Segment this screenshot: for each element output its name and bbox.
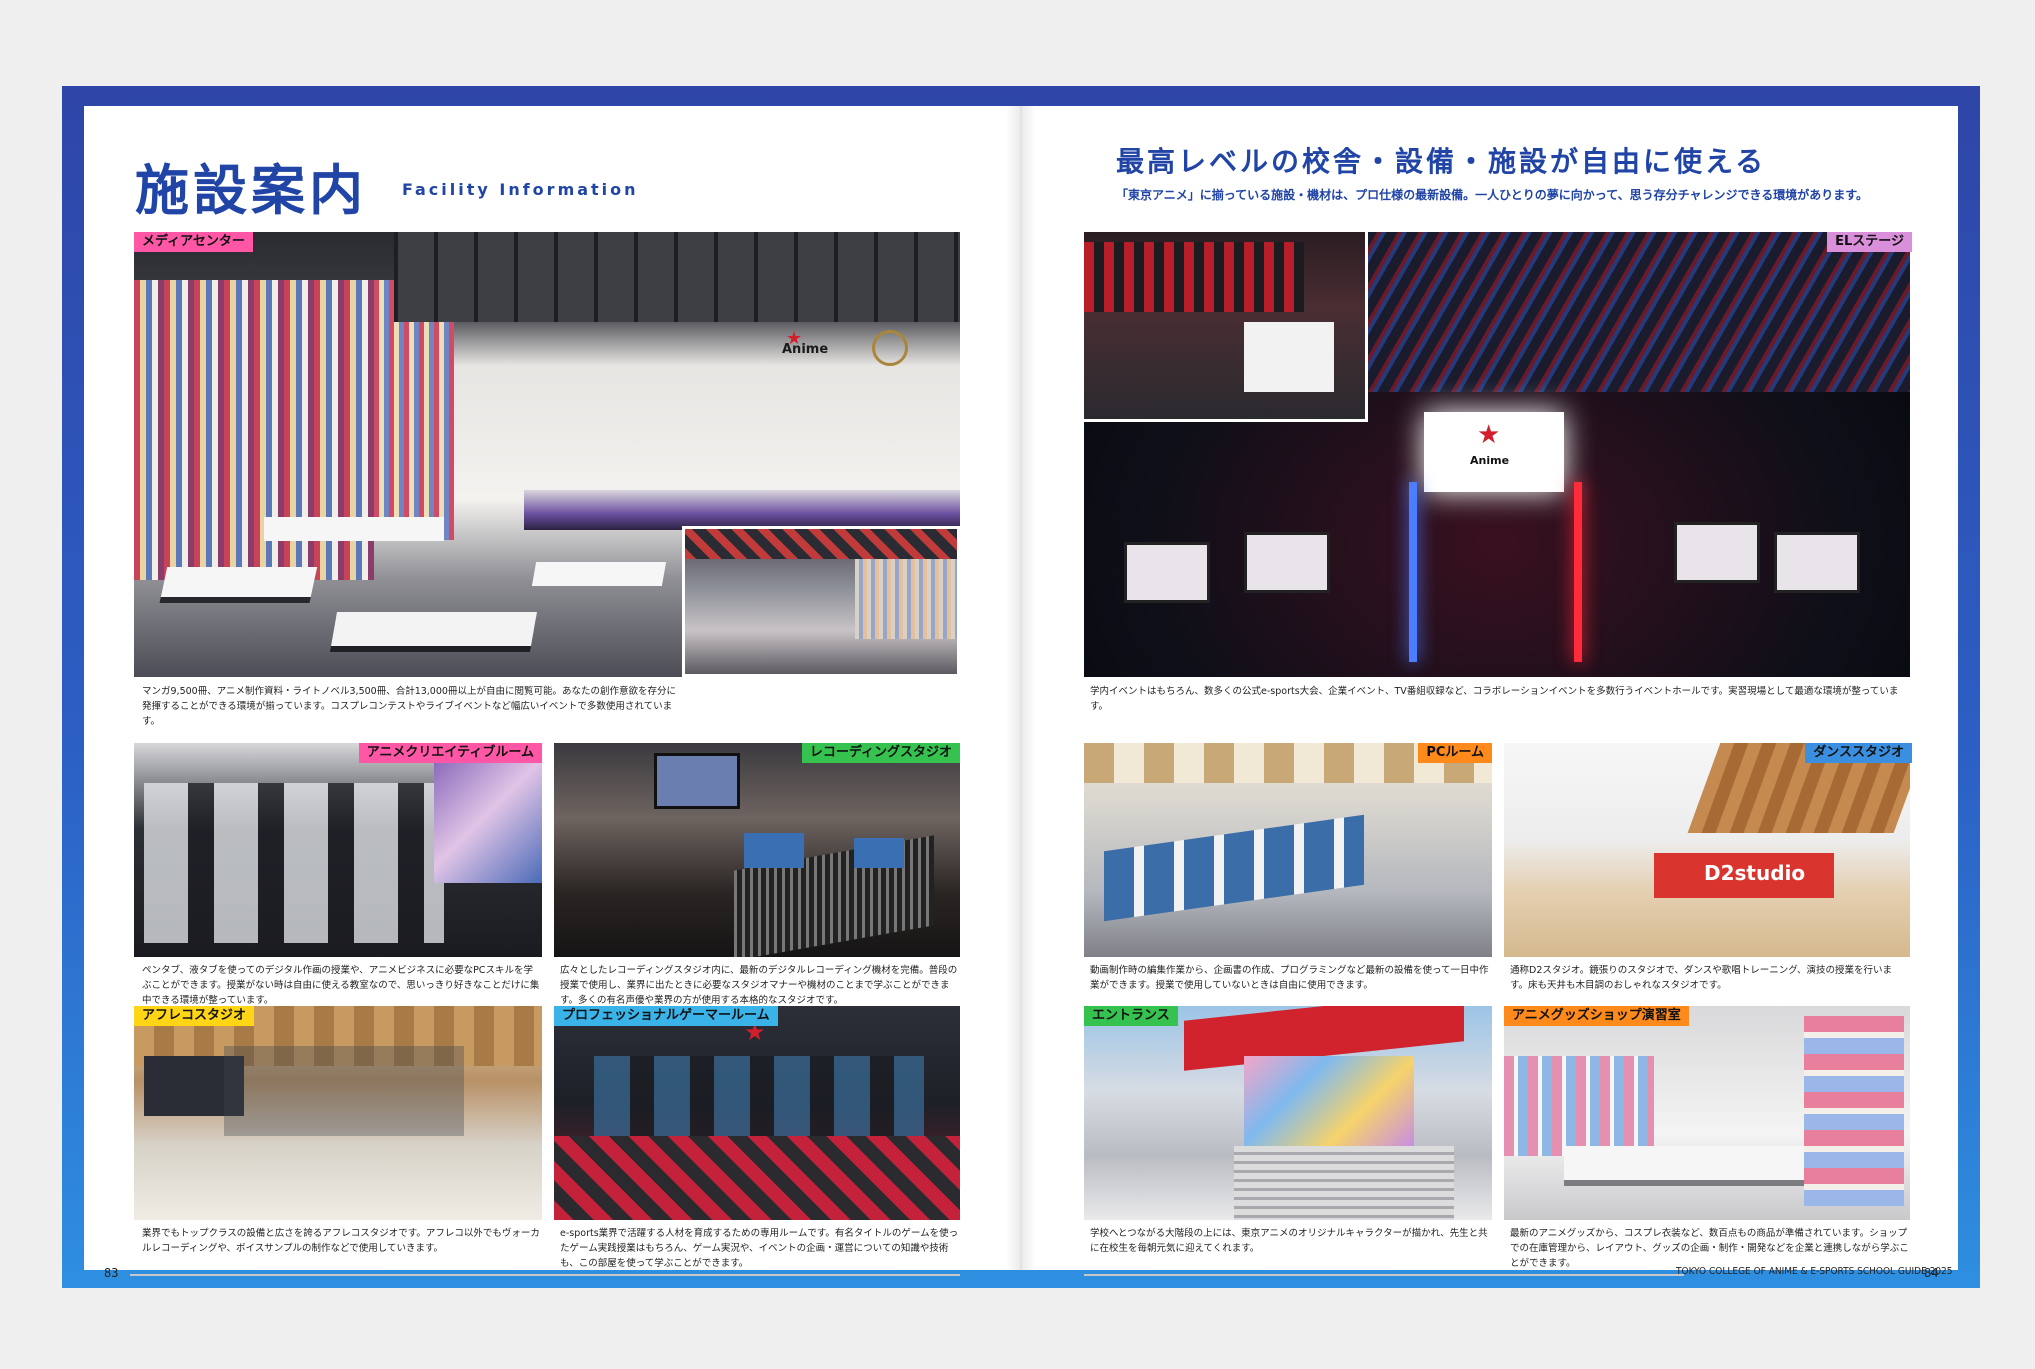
caption-goods-shop: 最新のアニメグッズから、コスプレ衣装など、数百点もの商品が準備されています。ショ… <box>1510 1228 1909 1269</box>
caption-afreco-studio: 業界でもトップクラスの設備と広さを誇るアフレコスタジオです。アフレコ以外でもヴォ… <box>142 1228 540 1254</box>
goods-shelf <box>1504 1056 1654 1156</box>
table <box>264 517 444 541</box>
brochure-paper: 施設案内 Facility Information Anime ★ メディアセン… <box>84 106 1958 1280</box>
goods-shop-photo <box>1504 1006 1910 1220</box>
table <box>531 562 667 586</box>
right-page-lead: 「東京アニメ」に揃っている施設・機材は、プロ仕様の最新設備。一人ひとりの夢に向か… <box>1116 186 1956 203</box>
lead-school-name: 「東京アニメ」 <box>1116 188 1200 202</box>
film-school-emblem-icon <box>872 330 908 366</box>
recording-studio-photo <box>554 743 960 957</box>
tag-afreco-studio: アフレコスタジオ <box>134 1006 255 1026</box>
media-center-inset-photo <box>682 526 960 677</box>
tag-el-stage: ELステージ <box>1827 232 1912 252</box>
pro-gamer-room-photo: ★ <box>554 1006 960 1220</box>
tag-recording-studio: レコーディングスタジオ <box>801 743 960 763</box>
caption-anime-creative-room: ペンタブ、液タブを使ってのデジタル作画の授業や、アニメビジネスに必要なPCスキル… <box>142 965 540 1006</box>
brochure-spread: 施設案内 Facility Information Anime ★ メディアセン… <box>62 86 1980 1288</box>
caption-recording-studio: 広々としたレコーディングスタジオ内に、最新のデジタルレコーディング機材を完備。普… <box>560 965 958 1006</box>
left-page-title: 施設案内 <box>135 159 367 222</box>
caption-media-center: マンガ9,500冊、アニメ制作資料・ライトノベル3,500冊、合計13,000冊… <box>142 686 676 727</box>
footer-school-guide: TOKYO COLLEGE OF ANIME & E-SPORTS SCHOOL… <box>1676 1266 1953 1277</box>
tag-goods-shop: アニメグッズショップ演習室 <box>1504 1006 1689 1026</box>
footer-rule-left <box>130 1274 960 1276</box>
goods-shelf <box>1804 1016 1904 1206</box>
right-page-title: 最高レベルの校舎・設備・施設が自由に使える <box>1116 145 1767 178</box>
page-gutter <box>1006 106 1036 1270</box>
red-light-pillar <box>1574 482 1582 662</box>
pc-monitors <box>1104 814 1364 922</box>
left-page-subtitle: Facility Information <box>402 180 639 199</box>
checkered-floor <box>554 1136 960 1220</box>
afreco-studio-photo <box>134 1006 542 1220</box>
d2-studio-sign: D2studio <box>1704 861 1806 885</box>
glass-booth <box>224 1046 464 1136</box>
blue-light-pillar <box>1409 482 1417 662</box>
tag-entrance: エントランス <box>1084 1006 1178 1026</box>
caption-entrance: 学校へとつながる大階段の上には、東京アニメのオリジナルキャラクターが描かれ、先生… <box>1090 1228 1488 1254</box>
lead-text: に揃っている施設・機材は、プロ仕様の最新設備。一人ひとりの夢に向かって、思う存分… <box>1199 188 1869 202</box>
inset-ceiling <box>685 529 957 559</box>
inset-bookshelf <box>855 559 957 639</box>
star-logo-icon: ★ <box>1477 420 1501 450</box>
stage-edge <box>524 490 960 530</box>
tag-pc-room: PCルーム <box>1418 743 1492 763</box>
stage-anime-logo: Anime <box>1470 454 1510 467</box>
caption-pro-gamer-room: e-sports業界で活躍する人材を育成するための専用ルームです。有名タイトルの… <box>560 1228 959 1269</box>
ceiling-truss <box>394 232 960 322</box>
monitor-rows <box>144 783 444 943</box>
footer-rule-right <box>1084 1274 1684 1276</box>
star-logo-icon: ★ <box>786 328 803 349</box>
caption-dance-studio: 通称D2スタジオ。鏡張りのスタジオで、ダンスや歌唱トレーニング、演技の授業を行い… <box>1510 965 1893 991</box>
checker-wall <box>1084 242 1304 312</box>
tag-dance-studio: ダンススタジオ <box>1805 743 1912 763</box>
tag-pro-gamer-room: プロフェッショナルゲーマールーム <box>554 1006 778 1026</box>
desk <box>1244 322 1334 392</box>
stage-ceiling-lights <box>1324 232 1910 392</box>
el-stage-inset-photo <box>1084 232 1368 422</box>
display-table <box>1564 1146 1804 1180</box>
dance-studio-photo: D2studio <box>1504 743 1910 957</box>
entrance-photo <box>1084 1006 1492 1220</box>
gaming-screen <box>1674 522 1760 583</box>
anime-poster <box>434 743 542 883</box>
caption-el-stage: 学内イベントはもちろん、数多くの公式e-sports大会、企業イベント、TV番組… <box>1090 686 1899 712</box>
table <box>160 567 318 597</box>
tag-anime-creative-room: アニメクリエイティブルーム <box>358 743 542 763</box>
studio-screen <box>654 753 740 809</box>
table <box>331 612 537 646</box>
el-stage-photo: ★ Anime <box>1084 232 1910 677</box>
media-center-photo: Anime ★ <box>134 232 960 677</box>
studio-monitor <box>744 833 804 868</box>
gaming-pcs <box>594 1056 924 1136</box>
gaming-screen <box>1124 542 1210 603</box>
page-number-right: 84 <box>1924 1266 1939 1280</box>
pc-room-photo <box>1084 743 1492 957</box>
caption-pc-room: 動画制作時の編集作業から、企画書の作成、プログラミングなど最新の設備を使って一日… <box>1090 965 1489 991</box>
tag-media-center: メディアセンター <box>134 232 253 252</box>
gaming-screen <box>1244 532 1330 593</box>
grand-staircase <box>1234 1146 1454 1220</box>
anime-creative-room-photo <box>134 743 542 957</box>
gaming-screen <box>1774 532 1860 593</box>
page-number-left: 83 <box>104 1266 119 1280</box>
studio-monitor <box>854 838 904 868</box>
character-mural <box>1244 1056 1414 1146</box>
